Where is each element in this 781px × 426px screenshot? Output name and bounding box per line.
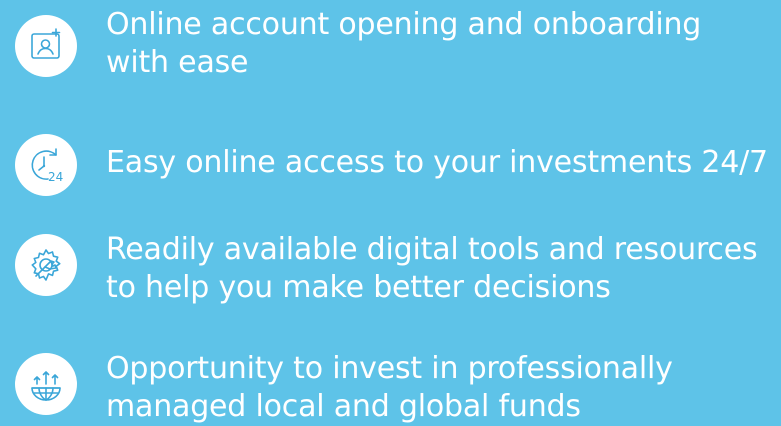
feature-text: Readily available digital tools and reso… [106,231,776,307]
feature-text-line: with ease [106,45,249,80]
gear-tools-icon [15,234,77,296]
feature-text-line: Readily available digital tools and reso… [106,232,758,267]
feature-text-line: managed local and global funds [106,389,581,424]
feature-text-line: Opportunity to invest in professionally [106,351,673,386]
profile-card-icon [15,15,77,77]
clock-24-icon: 24 [15,134,77,196]
feature-text-line: Easy online access to your investments 2… [106,145,768,180]
feature-text-line: to help you make better decisions [106,270,611,305]
globe-growth-icon [15,353,77,415]
feature-text: Easy online access to your investments 2… [106,144,776,182]
feature-text: Opportunity to invest in professionally … [106,350,776,426]
feature-text: Online account opening and onboarding wi… [106,6,776,82]
feature-text-line: Online account opening and onboarding [106,7,702,42]
clock-24-label: 24 [48,170,63,184]
